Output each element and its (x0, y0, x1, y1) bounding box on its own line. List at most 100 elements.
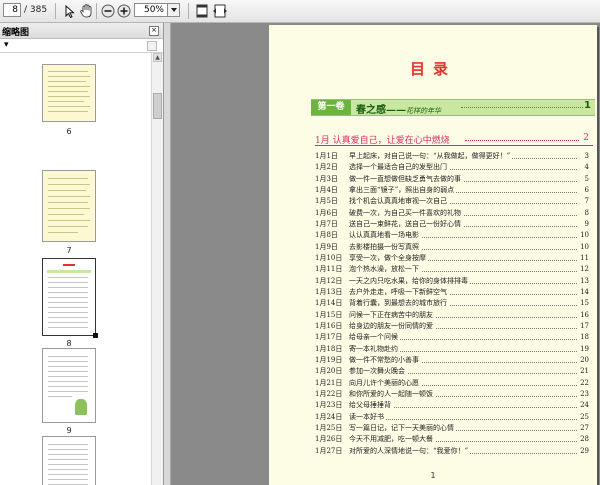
thumbnail-list[interactable]: 6 7 8 9 10 (0, 53, 150, 485)
entry-date: 1月8日 (315, 231, 338, 240)
entry-title: 去户外走走，呼吸一下新鲜空气 (349, 286, 449, 298)
entry-date: 1月9日 (315, 242, 338, 251)
toc-entry[interactable]: 1月6日 破费一次，为自己买一件喜欢的礼物 8 (315, 207, 591, 219)
entry-date: 1月10日 (315, 253, 343, 262)
scroll-up-icon[interactable]: ▲ (153, 53, 162, 62)
entry-title: 给身边的朋友一份同情的爱 (349, 320, 435, 332)
fit-width-icon[interactable] (212, 3, 228, 19)
toc-entry[interactable]: 1月18日 寄一本礼物赴约 19 (315, 343, 591, 355)
month-page: 2 (583, 133, 589, 143)
toc-entry[interactable]: 1月26日 今天不用减肥，吃一顿大餐 28 (315, 434, 591, 446)
entry-date: 1月27日 (315, 446, 343, 455)
page-thumbnail-current[interactable] (42, 258, 98, 338)
toc-entry[interactable]: 1月3日 做一件一直想做但缺乏勇气去做的事 5 (315, 173, 591, 185)
page-number-input[interactable]: 8 (3, 3, 21, 17)
toc-entry[interactable]: 1月25日 写一篇日记，记下一天美丽的心情 27 (315, 422, 591, 434)
entry-page: 21 (580, 367, 589, 376)
toc-entry[interactable]: 1月11日 泡个热水澡，放松一下 12 (315, 264, 591, 276)
entry-page: 23 (580, 389, 589, 398)
close-icon[interactable]: × (149, 26, 159, 36)
entry-title: 做一件不常愁的小善事 (349, 354, 421, 366)
panel-splitter[interactable] (164, 23, 171, 485)
thumbnail-label: 6 (66, 127, 72, 136)
entry-page: 14 (580, 287, 589, 296)
options-dropdown-icon[interactable]: ▾ (4, 40, 9, 50)
entry-date: 1月25日 (315, 423, 343, 432)
volume-tag: 第一卷 (311, 100, 351, 115)
zoom-in-icon[interactable] (116, 3, 132, 19)
entry-page: 25 (580, 412, 589, 421)
leader-dots (465, 140, 579, 141)
toc-entry[interactable]: 1月27日 对所爱的人深情地说一句：“我爱你！” 29 (315, 445, 591, 457)
toc-entry[interactable]: 1月16日 给身边的朋友一份同情的爱 17 (315, 320, 591, 332)
toc-entry[interactable]: 1月8日 认认真真地看一场电影 10 (315, 230, 591, 242)
toc-entry[interactable]: 1月14日 背着行囊，到最想去的城市旅行 15 (315, 298, 591, 310)
entry-date: 1月17日 (315, 333, 343, 342)
toc-entry[interactable]: 1月13日 去户外走走，呼吸一下新鲜空气 14 (315, 286, 591, 298)
entry-title: 送自己一束鲜花，送自己一份好心情 (349, 218, 463, 230)
entry-date: 1月16日 (315, 321, 343, 330)
toc-entry[interactable]: 1月21日 向月儿许个美丽的心愿 22 (315, 377, 591, 389)
entry-page: 9 (584, 219, 589, 228)
panel-title: 缩略图 (2, 28, 30, 38)
entry-title: 问候一下正在病苦中的朋友 (349, 309, 435, 321)
entry-title: 破费一次，为自己买一件喜欢的礼物 (349, 207, 463, 219)
page-thumbnail[interactable] (42, 436, 96, 485)
toc-entry[interactable]: 1月9日 去影楼拍摄一份写真照 10 (315, 241, 591, 253)
document-view[interactable]: 目录 第一卷 春之感——花样的年华 1 1月 认真爱自己，让爱在心中燃烧 2 1… (171, 23, 600, 485)
entry-title: 给母亲一个问候 (349, 332, 400, 344)
page-thumbnail[interactable] (42, 64, 96, 122)
toc-entry[interactable]: 1月20日 参加一次舞火晚会 21 (315, 366, 591, 378)
entry-date: 1月19日 (315, 355, 343, 364)
entry-title: 找个机会认真真地审视一次自己 (349, 196, 449, 208)
entry-title: 背着行囊，到最想去的城市旅行 (349, 298, 449, 310)
toc-entry[interactable]: 1月1日 早上起床，对自己说一句：“从我做起，做得更好！” 3 (315, 151, 591, 162)
hand-tool-icon[interactable] (78, 3, 94, 19)
toc-entry[interactable]: 1月7日 送自己一束鲜花，送自己一份好心情 9 (315, 218, 591, 230)
zoom-out-icon[interactable] (100, 3, 116, 19)
entry-date: 1月14日 (315, 299, 343, 308)
entry-date: 1月13日 (315, 287, 343, 296)
entry-title: 写一篇日记，记下一天美丽的心情 (349, 422, 456, 434)
thumbnail-scrollbar[interactable]: ▲ (151, 53, 163, 485)
scrollbar-thumb[interactable] (153, 93, 162, 119)
toc-entry[interactable]: 1月24日 读一本好书 25 (315, 411, 591, 423)
select-arrow-icon[interactable] (62, 3, 78, 19)
page-thumbnail[interactable] (42, 170, 96, 242)
entry-page: 4 (584, 163, 589, 172)
entry-page: 27 (580, 423, 589, 432)
toc-entry[interactable]: 1月19日 做一件不常愁的小善事 20 (315, 354, 591, 366)
zoom-dropdown-button[interactable] (168, 3, 180, 17)
entry-date: 1月2日 (315, 163, 338, 172)
fit-page-icon[interactable] (194, 3, 210, 19)
toc-entry[interactable]: 1月22日 和你所爱的人一起随一顿饭 23 (315, 388, 591, 400)
entry-page: 15 (580, 299, 589, 308)
delete-icon[interactable] (147, 41, 157, 51)
entry-title: 和你所爱的人一起随一顿饭 (349, 388, 435, 400)
zoom-level-field[interactable]: 50% (134, 3, 168, 17)
volume-header[interactable]: 第一卷 春之感——花样的年华 1 (311, 99, 595, 116)
pdf-page: 目录 第一卷 春之感——花样的年华 1 1月 认真爱自己，让爱在心中燃烧 2 1… (269, 25, 597, 485)
toc-entry[interactable]: 1月4日 拿出三面“镜子”，照出自身的弱点 6 (315, 184, 591, 196)
entry-page: 20 (580, 355, 589, 364)
thumbnail-panel: 缩略图 × ▾ 6 7 8 9 ▲ (0, 23, 164, 485)
entry-date: 1月5日 (315, 197, 338, 206)
toolbar-separator (55, 3, 56, 19)
toc-entry[interactable]: 1月10日 享受一次，做个全身按摩 11 (315, 252, 591, 264)
entry-date: 1月4日 (315, 185, 338, 194)
toc-entry[interactable]: 1月2日 选择一个最适合自己的发型出门 4 (315, 162, 591, 174)
entry-title: 给父母捶捶背 (349, 400, 393, 412)
entry-title: 今天不用减肥，吃一顿大餐 (349, 434, 435, 446)
toc-entry[interactable]: 1月12日 一天之内只吃水果，给你的身体排排毒 13 (315, 275, 591, 287)
toc-entry[interactable]: 1月23日 给父母捶捶背 24 (315, 400, 591, 412)
toc-entry[interactable]: 1月17日 给母亲一个问候 18 (315, 332, 591, 344)
entry-page: 29 (580, 446, 589, 455)
entry-title: 寄一本礼物赴约 (349, 343, 400, 355)
divider (315, 145, 593, 146)
entry-title: 参加一次舞火晚会 (349, 366, 407, 378)
entry-title: 拿出三面“镜子”，照出自身的弱点 (349, 184, 457, 196)
entry-date: 1月20日 (315, 367, 343, 376)
toc-entry[interactable]: 1月15日 问候一下正在病苦中的朋友 16 (315, 309, 591, 321)
toc-entry[interactable]: 1月5日 找个机会认真真地审视一次自己 7 (315, 196, 591, 208)
page-thumbnail[interactable] (42, 348, 96, 423)
